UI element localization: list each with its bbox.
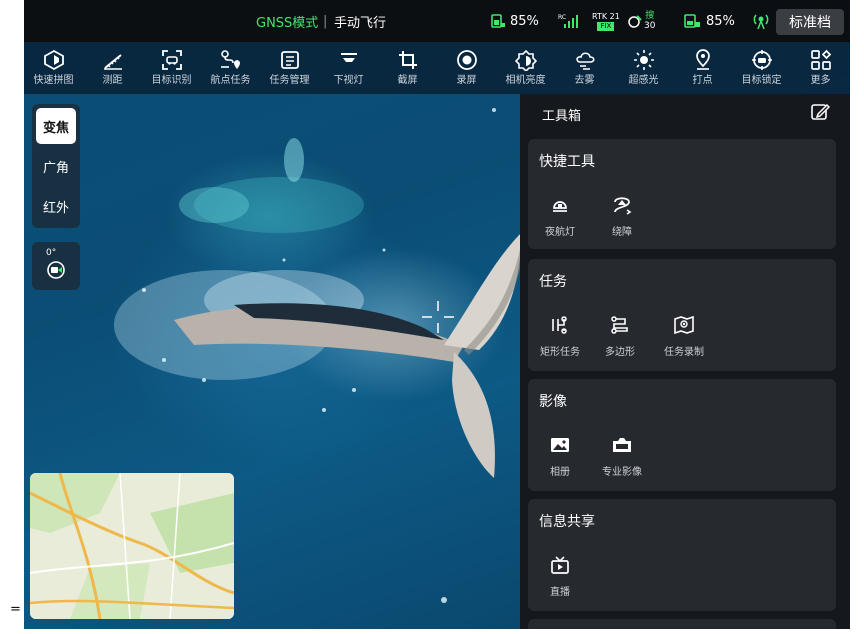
tool-ranging[interactable]: 测距	[83, 42, 142, 94]
tool-night-light[interactable]: 夜航灯	[528, 193, 592, 243]
task-manage-icon	[280, 51, 299, 69]
live-tv-icon	[551, 556, 569, 574]
tool-pro-imaging[interactable]: 专业影像	[590, 433, 654, 483]
rtk-count: 21	[609, 11, 620, 21]
ruler-icon	[103, 54, 122, 70]
card-info-share: 信息共享 直播	[528, 499, 836, 611]
flight-mode-button[interactable]: 标准档	[776, 9, 844, 35]
pin-icon	[695, 49, 710, 70]
gimbal-icon	[47, 261, 65, 279]
aircraft-battery-value: 85%	[510, 13, 539, 29]
target-lock-icon	[751, 50, 772, 70]
satellite-label: 搜	[645, 11, 655, 21]
flight-mode-label: 手动飞行	[334, 15, 387, 31]
lens-zoom-button[interactable]: 变焦	[36, 108, 76, 144]
map-view	[30, 473, 234, 619]
top-toolbar: 快速拼图 测距 目标识别 航点任务 任务管理 下视灯 截屏 录屏 相机亮度 去雾…	[24, 42, 850, 94]
polygon-icon	[611, 316, 628, 334]
card-tasks: 任务 矩形任务 多边形 任务录制	[528, 259, 836, 371]
tool-defog[interactable]: 去雾	[555, 42, 614, 94]
rc-battery-icon	[684, 0, 702, 42]
satellite-count: 搜 30	[644, 0, 655, 42]
card-title-imaging: 影像	[539, 394, 567, 410]
tool-album[interactable]: 相册	[528, 433, 592, 483]
status-bar: GNSS模式 | 手动飞行 85% RC RTK 21 FIX 搜 30 85%…	[24, 0, 850, 42]
tool-live[interactable]: 直播	[528, 553, 592, 603]
record-icon	[456, 50, 477, 70]
toolbox-title: 工具箱	[542, 109, 582, 124]
target-recognition-icon	[161, 50, 182, 70]
minimap[interactable]	[30, 473, 234, 619]
card-title-tasks: 任务	[539, 274, 567, 290]
center-reticle	[422, 301, 454, 333]
down-light-icon	[340, 53, 357, 62]
rc-signal-icon: RC	[558, 0, 580, 42]
rect-task-icon	[552, 316, 567, 334]
tool-camera-brightness[interactable]: 相机亮度	[496, 42, 555, 94]
tool-more[interactable]: 更多	[791, 42, 850, 94]
card-next-partial	[528, 619, 836, 629]
card-imaging: 影像 相册 专业影像	[528, 379, 836, 491]
lens-selector: 变焦 广角 红外	[32, 104, 80, 228]
lens-wide-button[interactable]: 广角	[36, 148, 76, 184]
gnss-mode-label: GNSS模式	[256, 15, 319, 31]
obstacle-avoid-icon	[614, 197, 632, 215]
tool-rect-task[interactable]: 矩形任务	[528, 313, 592, 363]
tool-quick-mosaic[interactable]: 快速拼图	[24, 42, 83, 94]
signal-tower-icon	[752, 0, 770, 42]
status-separator: |	[323, 13, 328, 29]
tool-task-manage[interactable]: 任务管理	[260, 42, 319, 94]
more-grid-icon	[810, 49, 831, 70]
pro-imaging-icon	[613, 438, 631, 452]
task-record-icon	[674, 315, 694, 335]
satellite-icon	[626, 0, 644, 42]
lens-infrared-button[interactable]: 红外	[36, 188, 76, 224]
tool-down-light[interactable]: 下视灯	[319, 42, 378, 94]
card-quick-tools: 快捷工具 夜航灯 绕障	[528, 139, 836, 249]
rc-label: RC	[558, 14, 566, 21]
rtk-fix-badge: FIX	[597, 21, 615, 31]
defog-icon	[575, 52, 595, 70]
tool-task-record[interactable]: 任务录制	[652, 313, 716, 363]
aircraft-battery-icon	[490, 0, 506, 42]
gimbal-control[interactable]: 0°	[32, 242, 80, 290]
tool-target-lock[interactable]: 目标锁定	[732, 42, 791, 94]
card-title-quick-tools: 快捷工具	[539, 154, 595, 170]
tool-mark-point[interactable]: 打点	[673, 42, 732, 94]
crop-icon	[398, 51, 417, 69]
drone-control-app: GNSS模式 | 手动飞行 85% RC RTK 21 FIX 搜 30 85%…	[24, 0, 850, 629]
album-icon	[551, 438, 569, 452]
tool-obstacle-avoid[interactable]: 绕障	[590, 193, 654, 243]
tool-super-sensitive[interactable]: 超感光	[614, 42, 673, 94]
toolbox-panel: 工具箱 快捷工具 夜航灯 绕障 任务 矩形任务 多边形 任务录制 影像 相册 专…	[520, 94, 850, 629]
rtk-status: RTK 21 FIX	[592, 0, 620, 42]
edit-icon[interactable]	[810, 102, 830, 122]
rtk-label: RTK	[592, 11, 608, 21]
night-light-icon	[553, 201, 567, 212]
tool-screen-record[interactable]: 录屏	[437, 42, 496, 94]
satellite-count-value: 30	[644, 21, 656, 31]
tool-target-recognition[interactable]: 目标识别	[142, 42, 201, 94]
camera-brightness-icon	[514, 49, 537, 71]
sun-icon	[633, 50, 654, 70]
tool-polygon[interactable]: 多边形	[588, 313, 652, 363]
rc-battery-value: 85%	[706, 13, 735, 29]
gimbal-angle: 0°	[46, 248, 57, 258]
tool-screenshot[interactable]: 截屏	[378, 42, 437, 94]
tool-waypoint[interactable]: 航点任务	[201, 42, 260, 94]
page-marker: =	[10, 602, 21, 617]
card-title-info-share: 信息共享	[539, 514, 595, 530]
quick-mosaic-icon	[43, 49, 64, 71]
waypoint-icon	[220, 50, 240, 69]
